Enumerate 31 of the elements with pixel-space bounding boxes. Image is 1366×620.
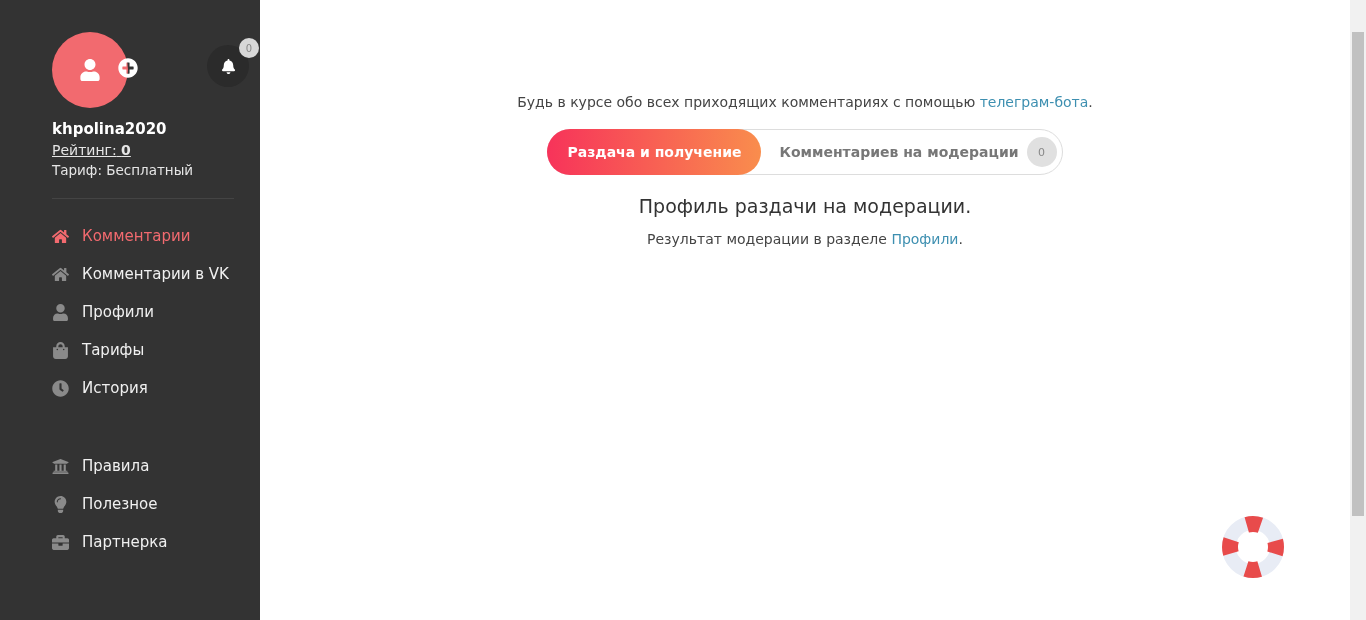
lifebuoy-icon[interactable] bbox=[1222, 516, 1284, 578]
home-icon bbox=[52, 265, 69, 283]
profiles-link[interactable]: Профили bbox=[891, 231, 959, 247]
username: khpolina2020 bbox=[52, 120, 168, 138]
nav-item[interactable]: Комментарии в VK bbox=[52, 255, 229, 293]
nav-item[interactable]: Партнерка bbox=[52, 523, 168, 561]
bell-icon bbox=[220, 58, 236, 74]
telegram-notice: Будь в курсе обо всех приходящих комментариях с помощью телеграм-бота. bbox=[517, 94, 1093, 110]
telegram-link[interactable]: телеграм-бота bbox=[979, 94, 1089, 110]
bag-icon bbox=[52, 341, 69, 359]
rating-link[interactable]: Рейтинг: 0 bbox=[52, 142, 131, 158]
lightbulb-icon bbox=[52, 495, 69, 513]
clock-icon bbox=[52, 379, 69, 397]
nav-item[interactable]: Профили bbox=[52, 293, 154, 331]
bank-icon bbox=[52, 457, 69, 475]
nav-item[interactable]: Тарифы bbox=[52, 331, 145, 369]
tab-count: 0 bbox=[1026, 137, 1057, 167]
plan-text: Тариф: Бесплатный bbox=[52, 162, 195, 178]
nav-item[interactable]: Комментарии bbox=[52, 217, 191, 255]
status-text: Результат модерации в разделе Профили. bbox=[647, 231, 963, 247]
nav-item[interactable]: История bbox=[52, 369, 148, 407]
home-icon bbox=[52, 227, 69, 245]
tab[interactable]: Комментариев на модерации 0 bbox=[759, 129, 1063, 175]
scrollbar[interactable] bbox=[1350, 0, 1366, 620]
notification-count: 0 bbox=[239, 38, 259, 58]
status-title: Профиль раздачи на модерации. bbox=[638, 195, 972, 217]
nav-item[interactable]: Полезное bbox=[52, 485, 158, 523]
user-icon bbox=[52, 303, 69, 321]
add-icon[interactable] bbox=[118, 58, 138, 78]
briefcase-icon bbox=[52, 533, 69, 551]
nav-item[interactable]: Правила bbox=[52, 447, 150, 485]
